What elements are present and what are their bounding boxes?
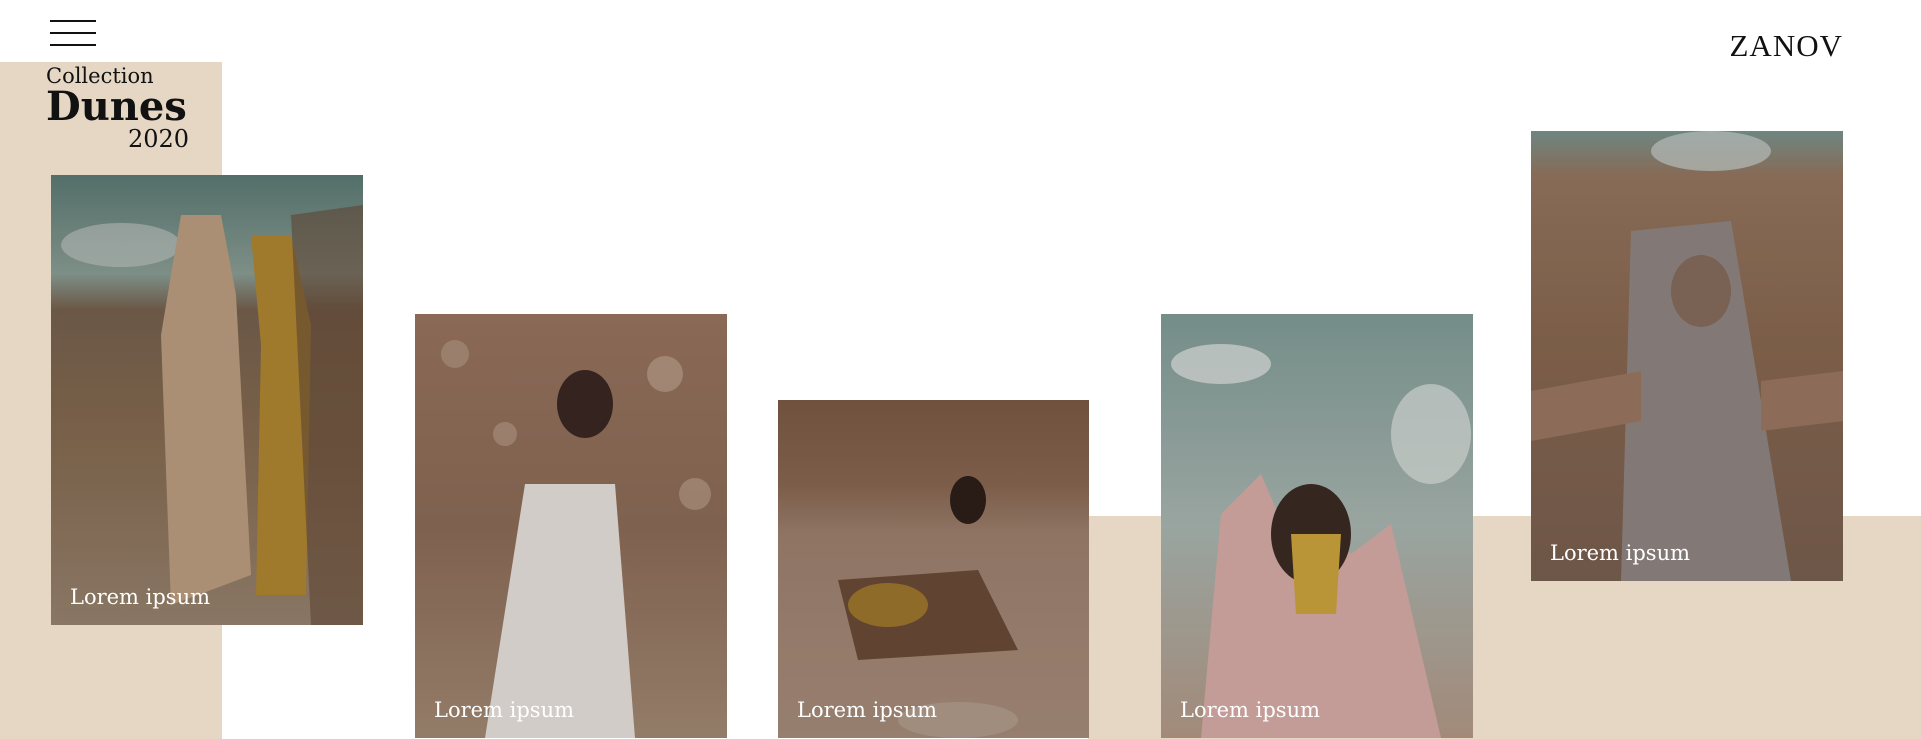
gallery-card-2[interactable]: Lorem ipsum bbox=[415, 314, 727, 738]
photo-desert-models bbox=[51, 175, 363, 625]
gallery-card-1[interactable]: Lorem ipsum bbox=[51, 175, 363, 625]
hamburger-menu-icon[interactable] bbox=[50, 18, 96, 48]
photo-rocks-white-dress bbox=[415, 314, 727, 738]
collection-year: 2020 bbox=[128, 125, 190, 153]
card-caption: Lorem ipsum bbox=[1550, 541, 1691, 565]
card-caption: Lorem ipsum bbox=[70, 585, 211, 609]
gallery-card-4[interactable]: Lorem ipsum bbox=[1161, 314, 1473, 738]
photo-kneeling-sand bbox=[778, 400, 1089, 738]
brand-logo[interactable]: ZANOV bbox=[1730, 28, 1844, 64]
menu-line bbox=[50, 32, 96, 34]
card-caption: Lorem ipsum bbox=[797, 698, 938, 722]
collection-title: Dunes bbox=[46, 83, 187, 130]
gallery-card-5[interactable]: Lorem ipsum bbox=[1531, 131, 1843, 581]
card-caption: Lorem ipsum bbox=[434, 698, 575, 722]
menu-line bbox=[50, 20, 96, 22]
card-caption: Lorem ipsum bbox=[1180, 698, 1321, 722]
photo-grey-drape bbox=[1531, 131, 1843, 581]
menu-line bbox=[50, 44, 96, 46]
gallery-card-3[interactable]: Lorem ipsum bbox=[778, 400, 1089, 738]
photo-gold-veil bbox=[1161, 314, 1473, 738]
